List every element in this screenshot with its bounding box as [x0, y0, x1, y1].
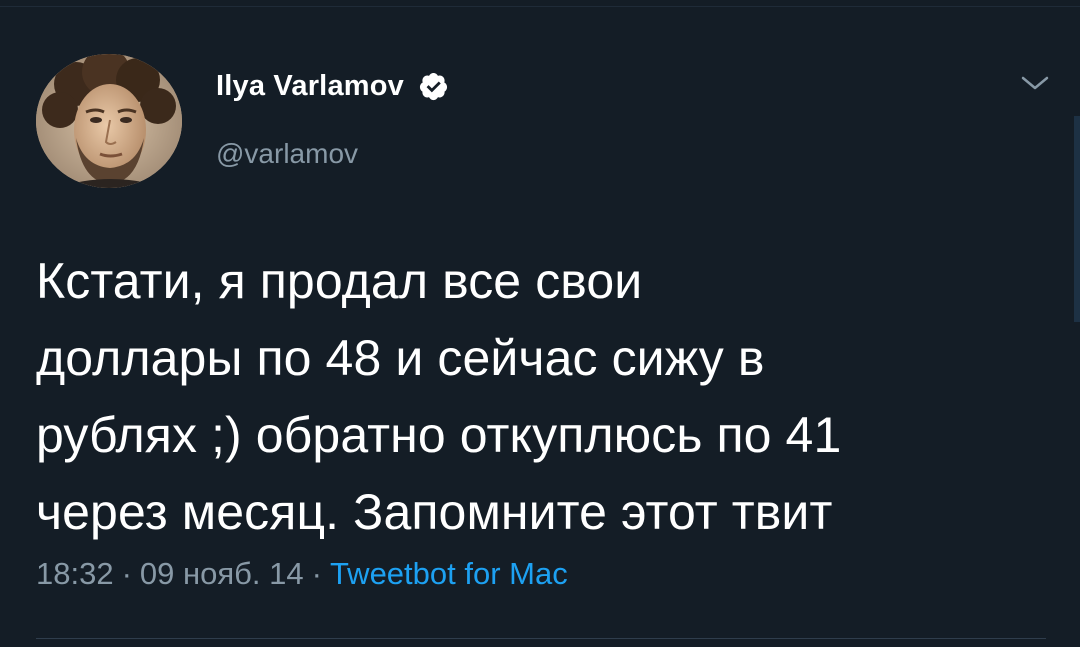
tweet-text-line: через месяц. Запомните этот твит: [36, 484, 833, 540]
user-handle[interactable]: @varlamov: [216, 138, 358, 170]
tweet-card: Ilya Varlamov @varlamov Кстати, я продал…: [0, 0, 1080, 647]
tweet-meta: 18:32 · 09 нояб. 14 · Tweetbot for Mac: [36, 556, 568, 592]
bottom-divider: [36, 638, 1046, 639]
tweet-date: 09 нояб. 14: [139, 556, 304, 591]
verified-badge-icon: [418, 71, 449, 102]
display-name-row: Ilya Varlamov: [216, 66, 449, 106]
avatar[interactable]: [36, 54, 182, 188]
top-divider: [0, 6, 1080, 7]
meta-separator: ·: [121, 556, 132, 591]
tweet-source-link[interactable]: Tweetbot for Mac: [330, 556, 568, 591]
chevron-down-icon[interactable]: [1020, 72, 1050, 94]
tweet-text-line: доллары по 48 и сейчас сижу в: [36, 330, 765, 386]
avatar-image: [36, 54, 182, 188]
tweet-time: 18:32: [36, 556, 114, 591]
tweet-text-line: Кстати, я продал все свои: [36, 253, 643, 309]
meta-separator: ·: [311, 556, 322, 591]
scrollbar[interactable]: [1074, 116, 1080, 322]
tweet-text-line: рублях ;) обратно откуплюсь по 41: [36, 407, 842, 463]
display-name[interactable]: Ilya Varlamov: [216, 70, 404, 103]
tweet-text: Кстати, я продал все свои доллары по 48 …: [36, 243, 1046, 551]
